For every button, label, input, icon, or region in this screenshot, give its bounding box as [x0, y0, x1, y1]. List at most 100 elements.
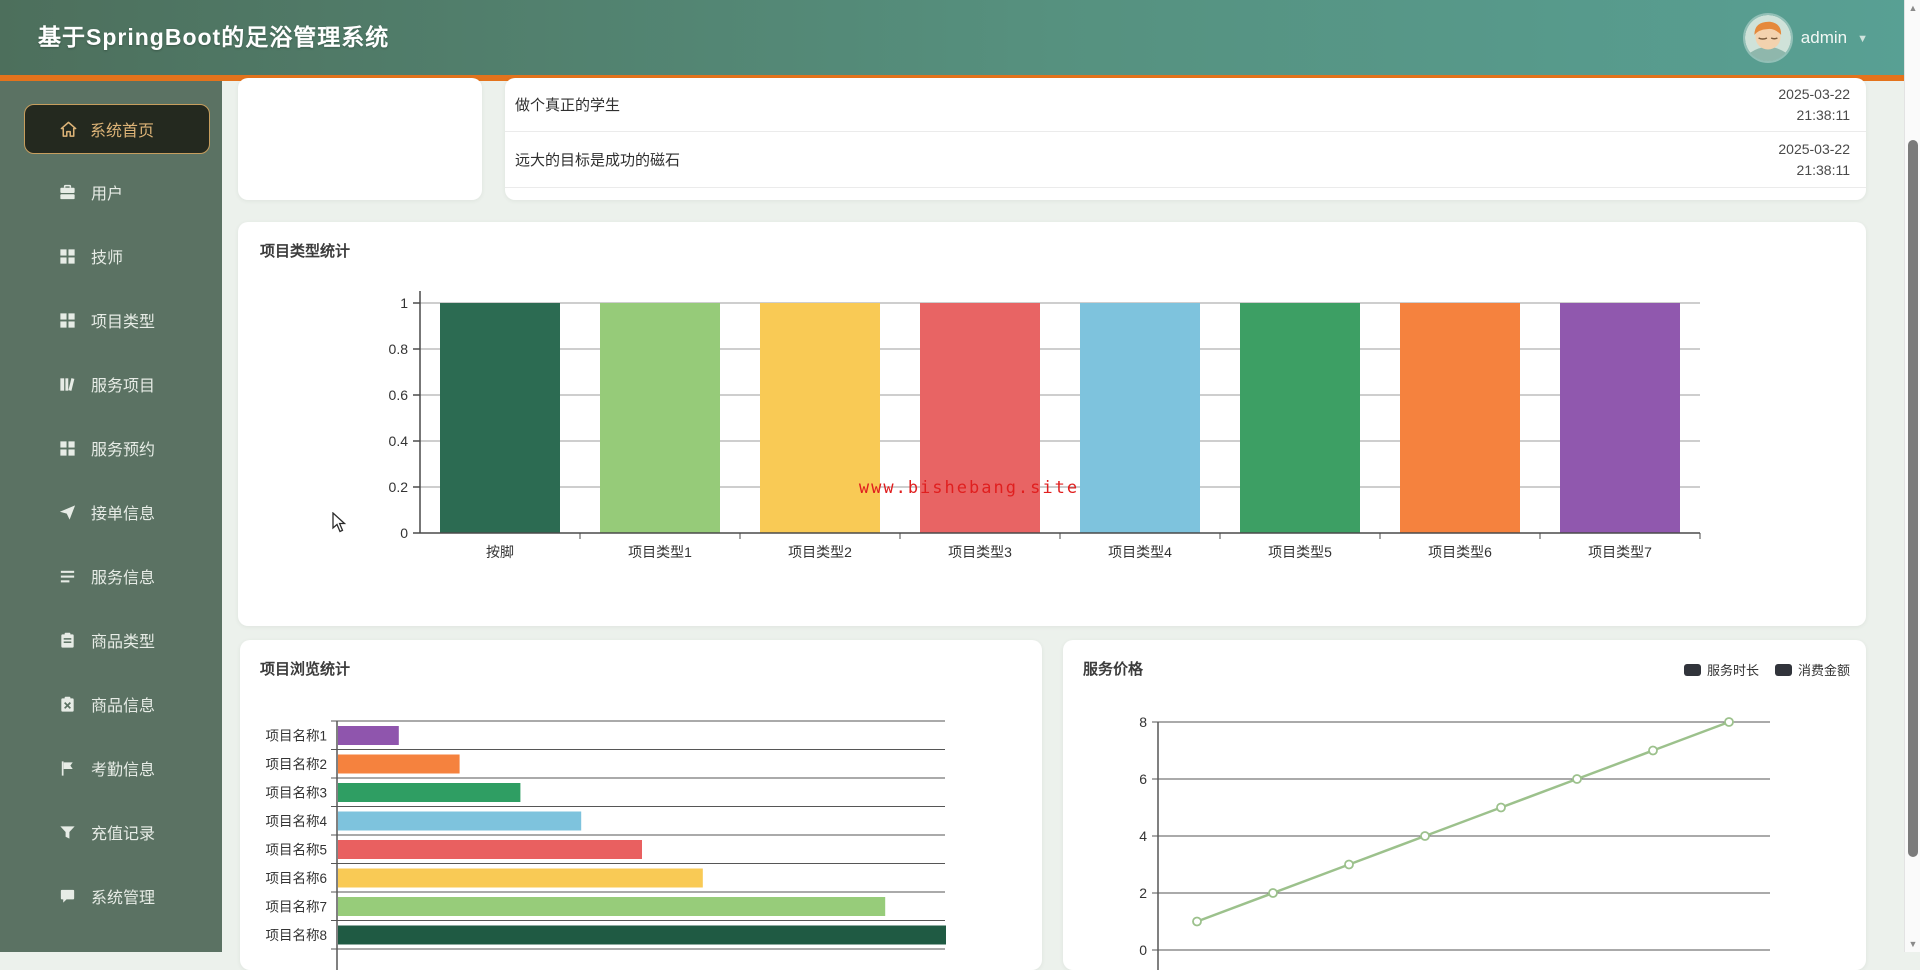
legend-label: 消费金额 — [1797, 663, 1850, 678]
sidebar-item-project-types[interactable]: 项目类型 — [0, 288, 222, 352]
svg-text:0.8: 0.8 — [389, 341, 409, 357]
home-icon — [59, 120, 78, 139]
sidebar-item-service-info[interactable]: 服务信息 — [0, 544, 222, 608]
sidebar-item-label: 系统管理 — [91, 890, 156, 907]
sidebar-item-label: 服务信息 — [91, 570, 156, 587]
clipboard-x-icon — [58, 695, 77, 714]
sidebar-item-label: 接单信息 — [91, 506, 156, 523]
sidebar-item-service-projects[interactable]: 服务项目 — [0, 352, 222, 416]
legend-swatch — [1774, 663, 1792, 676]
chart-title: 项目浏览统计 — [260, 661, 351, 678]
svg-text:项目名称4: 项目名称4 — [265, 814, 327, 829]
svg-text:0.4: 0.4 — [389, 433, 409, 449]
quotes-card: 做个真正的学生 2025-03-22 21:38:11 远大的目标是成功的磁石 … — [505, 78, 1866, 200]
grid-icon — [58, 311, 77, 330]
user-menu[interactable]: admin ▼ — [1744, 0, 1868, 75]
svg-text:8: 8 — [1139, 714, 1147, 730]
svg-text:4: 4 — [1139, 828, 1147, 844]
sidebar-item-label: 考勤信息 — [91, 762, 156, 779]
svg-text:项目类型2: 项目类型2 — [788, 544, 852, 560]
sidebar-item-orders[interactable]: 接单信息 — [0, 480, 222, 544]
funnel-icon — [58, 823, 77, 842]
legend-label: 服务时长 — [1706, 663, 1759, 678]
briefcase-icon — [58, 183, 77, 202]
svg-text:0: 0 — [1139, 942, 1147, 958]
grid-icon — [58, 439, 77, 458]
svg-text:项目类型6: 项目类型6 — [1428, 544, 1492, 560]
quote-row: 做个真正的学生 2025-03-22 21:38:11 — [505, 78, 1866, 132]
scrollbar-thumb[interactable] — [1908, 140, 1918, 857]
svg-text:0.2: 0.2 — [389, 479, 409, 495]
app-title: 基于SpringBoot的足浴管理系统 — [38, 24, 390, 50]
grid-icon — [58, 247, 77, 266]
scroll-up-arrow-icon[interactable]: ▲ — [1905, 0, 1920, 16]
svg-text:项目名称2: 项目名称2 — [265, 757, 327, 772]
sidebar-item-goods-types[interactable]: 商品类型 — [0, 608, 222, 672]
sidebar-nav: 系统首页 用户 技师 项目类型 服务项目 服务预约 接单信息 服务信息 商品类型… — [0, 81, 222, 952]
sidebar-item-label: 项目类型 — [91, 314, 156, 331]
sidebar-item-system[interactable]: 系统管理 — [0, 864, 222, 928]
svg-text:1: 1 — [400, 295, 408, 311]
quote-timestamp: 2025-03-22 21:38:11 — [1778, 84, 1850, 126]
chart-legend: 服务时长 消费金额 — [1683, 660, 1850, 679]
app-header: 基于SpringBoot的足浴管理系统 admin ▼ — [0, 0, 1920, 75]
watermark-text: www.bishebang.site — [858, 478, 1080, 498]
quote-timestamp: 2025-03-22 21:38:11 — [1778, 139, 1850, 181]
sidebar-item-service-bookings[interactable]: 服务预约 — [0, 416, 222, 480]
sidebar-item-recharge[interactable]: 充值记录 — [0, 800, 222, 864]
sidebar-item-label: 充值记录 — [91, 826, 156, 843]
legend-swatch — [1683, 663, 1701, 676]
sidebar-menu: 用户 技师 项目类型 服务项目 服务预约 接单信息 服务信息 商品类型 商品信息… — [0, 160, 222, 928]
username-label: admin — [1800, 27, 1848, 47]
project-type-stats-card: 项目类型统计 0 0.2 0.4 0.6 0.8 1 按脚 项目类型1 项目类型2 项目类型3 项目… — [238, 222, 1866, 626]
sidebar-item-label: 系统首页 — [90, 123, 155, 140]
clipboard-icon — [58, 631, 77, 650]
quote-date: 2025-03-22 — [1778, 140, 1850, 157]
legend-item-duration[interactable]: 服务时长 — [1683, 660, 1759, 679]
sidebar-item-goods-info[interactable]: 商品信息 — [0, 672, 222, 736]
sidebar-item-label: 技师 — [91, 250, 124, 267]
scroll-down-arrow-icon[interactable]: ▼ — [1905, 936, 1920, 952]
quote-row: 远大的目标是成功的磁石 2025-03-22 21:38:11 — [505, 132, 1866, 188]
quote-time: 21:38:11 — [1796, 161, 1850, 178]
sidebar-item-label: 服务项目 — [91, 378, 156, 395]
chevron-down-icon: ▼ — [1857, 32, 1868, 45]
quote-text: 远大的目标是成功的磁石 — [515, 152, 681, 169]
svg-text:项目类型3: 项目类型3 — [948, 544, 1012, 560]
svg-text:6: 6 — [1139, 771, 1147, 787]
sidebar-item-users[interactable]: 用户 — [0, 160, 222, 224]
chart-title: 服务价格 — [1083, 661, 1144, 678]
sidebar-item-attendance[interactable]: 考勤信息 — [0, 736, 222, 800]
svg-text:项目名称7: 项目名称7 — [265, 899, 327, 914]
service-price-card: 服务价格 服务时长 消费金额 0 2 4 6 8 — [1063, 640, 1866, 970]
svg-text:项目类型4: 项目类型4 — [1108, 544, 1172, 560]
svg-text:2: 2 — [1139, 885, 1147, 901]
svg-text:0: 0 — [400, 525, 408, 541]
project-views-stats-card: 项目浏览统计 项目名称1 项目名称2 项目名称3 项目名称4 项目名称5 项目名称6 项目名… — [240, 640, 1042, 970]
sidebar-item-technicians[interactable]: 技师 — [0, 224, 222, 288]
flag-icon — [58, 759, 77, 778]
legend-item-amount[interactable]: 消费金额 — [1774, 660, 1850, 679]
svg-text:项目名称3: 项目名称3 — [265, 785, 327, 800]
sidebar-item-home[interactable]: 系统首页 — [24, 104, 210, 154]
sidebar-item-label: 用户 — [91, 186, 124, 203]
svg-text:项目名称6: 项目名称6 — [265, 871, 327, 886]
empty-card — [238, 78, 482, 200]
svg-text:0.6: 0.6 — [389, 387, 409, 403]
quote-date: 2025-03-22 — [1778, 85, 1850, 102]
book-icon — [58, 375, 77, 394]
quote-text: 做个真正的学生 — [515, 97, 621, 114]
list-icon — [58, 567, 77, 586]
svg-text:项目类型7: 项目类型7 — [1588, 544, 1652, 560]
svg-text:项目名称1: 项目名称1 — [265, 728, 327, 743]
chart-title: 项目类型统计 — [260, 243, 351, 260]
sidebar-item-label: 服务预约 — [91, 442, 156, 459]
svg-text:项目名称8: 项目名称8 — [265, 928, 327, 943]
chat-icon — [58, 887, 77, 906]
svg-text:项目名称5: 项目名称5 — [265, 842, 327, 857]
quote-time: 21:38:11 — [1796, 106, 1850, 123]
svg-text:按脚: 按脚 — [486, 544, 514, 560]
avatar[interactable] — [1744, 14, 1791, 61]
sidebar-item-label: 商品类型 — [91, 634, 156, 651]
page-scrollbar[interactable]: ▲ ▼ — [1904, 0, 1920, 952]
